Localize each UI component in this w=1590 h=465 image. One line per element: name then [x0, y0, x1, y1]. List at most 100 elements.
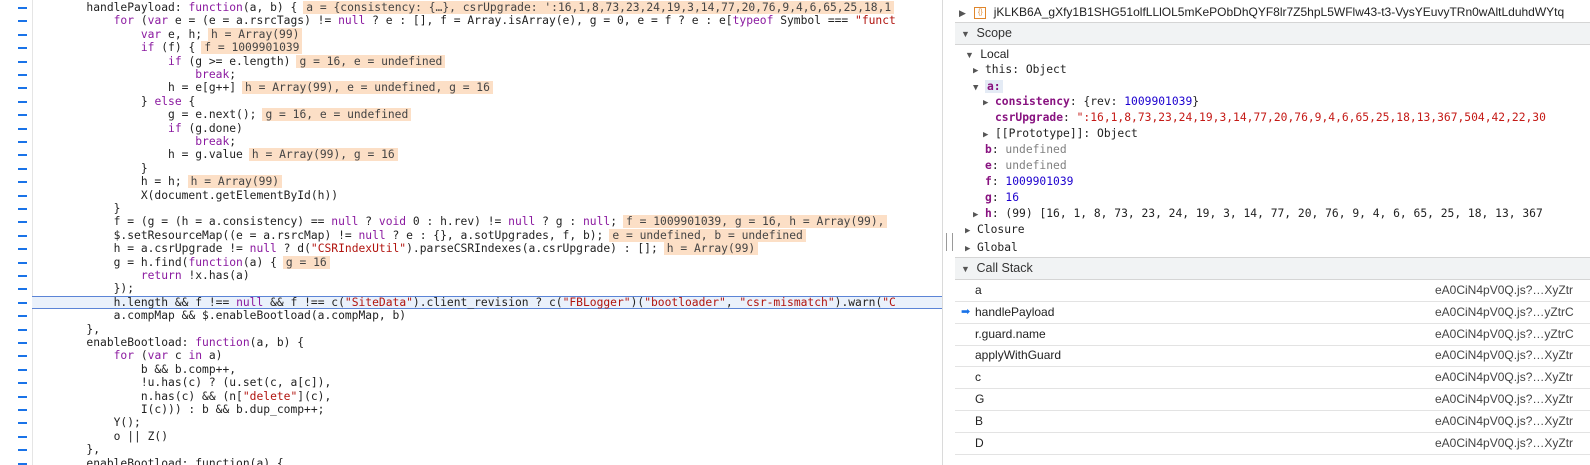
expand-arrow-icon[interactable]: ▶ — [959, 5, 971, 21]
line-marker-icon[interactable] — [18, 33, 27, 36]
line-marker-icon[interactable] — [18, 87, 27, 90]
frame-location[interactable]: eA0CiN4pV0Q.js?…XyZtr — [1435, 389, 1573, 410]
code-line[interactable]: h = e[g++] h = Array(99), e = undefined, … — [32, 81, 942, 95]
line-marker-icon[interactable] — [18, 194, 27, 197]
code-line[interactable]: h = g.value h = Array(99), g = 16 — [32, 148, 942, 162]
code-line[interactable]: break; — [32, 135, 942, 148]
line-marker-icon[interactable] — [18, 409, 27, 411]
code-line[interactable]: for (var e = (e = a.rsrcTags) != null ? … — [32, 14, 942, 27]
scope-var-f[interactable]: f: 1009901039 — [955, 174, 1590, 190]
code-line[interactable]: h = a.csrUpgrade != null ? d("CSRIndexUt… — [32, 242, 942, 256]
call-frame[interactable]: applyWithGuard eA0CiN4pV0Q.js?…XyZtr — [955, 345, 1590, 368]
frame-location[interactable]: eA0CiN4pV0Q.js?…XyZtr — [1435, 411, 1573, 432]
breadcrumb-file-row[interactable]: ▶ {} jKLKB6A_gXfy1B1SHG51olfLLlOL5mKePOb… — [955, 4, 1590, 20]
line-marker-icon[interactable] — [18, 261, 27, 264]
call-frame[interactable]: ➡ handlePayload eA0CiN4pV0Q.js?…yZtrC — [955, 302, 1590, 324]
line-marker-icon[interactable] — [18, 301, 27, 304]
closure-scope-row[interactable]: ▶ Closure — [955, 222, 1590, 238]
code-line[interactable]: for (var c in a) — [32, 349, 942, 362]
line-marker-icon[interactable] — [18, 328, 27, 331]
line-marker-icon[interactable] — [18, 462, 27, 465]
code-line[interactable]: } — [32, 202, 942, 215]
line-marker-icon[interactable] — [18, 288, 27, 291]
code-line[interactable]: a.compMap && $.enableBootload(a.compMap,… — [32, 309, 942, 322]
code-line[interactable]: g = h.find(function(a) {g = 16 — [32, 255, 942, 269]
call-frame[interactable]: r.guard.name eA0CiN4pV0Q.js?…yZtrC — [955, 324, 1590, 346]
line-marker-icon[interactable] — [18, 368, 27, 371]
code-line[interactable]: !u.has(c) ? (u.set(c, a[c]), — [32, 376, 942, 389]
line-gutter[interactable] — [0, 0, 33, 465]
code-line[interactable]: enableBootload: function(a) { — [32, 457, 942, 465]
line-marker-icon[interactable] — [18, 355, 27, 358]
frame-location[interactable]: eA0CiN4pV0Q.js?…XyZtr — [1435, 367, 1573, 388]
scope-var-e[interactable]: e: undefined — [955, 158, 1590, 174]
line-marker-icon[interactable] — [18, 167, 27, 170]
line-marker-icon[interactable] — [18, 114, 27, 117]
line-marker-icon[interactable] — [18, 47, 27, 50]
call-frame[interactable]: DeA0CiN4pV0Q.js?…XyZtr — [955, 433, 1590, 455]
line-marker-icon[interactable] — [18, 127, 27, 130]
call-frame[interactable]: GeA0CiN4pV0Q.js?…XyZtr — [955, 389, 1590, 411]
code-line[interactable]: }); — [32, 282, 942, 295]
code-line[interactable]: }, — [32, 443, 942, 456]
code-line[interactable]: } else { — [32, 95, 942, 108]
code-line[interactable]: I(c))) : b && b.dup_comp++; — [32, 403, 942, 416]
call-frame[interactable]: BeA0CiN4pV0Q.js?…XyZtr — [955, 411, 1590, 433]
line-marker-icon[interactable] — [18, 395, 27, 398]
code-line[interactable]: handlePayload: function(a, b) {a = {cons… — [32, 1, 942, 14]
line-marker-icon[interactable] — [18, 7, 27, 9]
code-line[interactable]: $.setResourceMap((e = a.rsrcMap) != null… — [32, 228, 942, 242]
line-marker-icon[interactable] — [18, 20, 27, 23]
code-line[interactable]: X(document.getElementById(h)) — [32, 189, 942, 202]
scope-prop-csrupgrade[interactable]: csrUpgrade: ":16,1,8,73,23,24,19,3,14,77… — [955, 110, 1590, 126]
panel-splitter[interactable] — [942, 0, 955, 465]
splitter-grip-icon[interactable] — [946, 233, 953, 251]
global-scope-row[interactable]: ▶ Global — [955, 240, 1590, 256]
code-line[interactable]: if (g >= e.length) g = 16, e = undefined — [32, 54, 942, 68]
scope-var-g[interactable]: g: 16 — [955, 190, 1590, 206]
line-marker-icon[interactable] — [18, 422, 27, 425]
code-line[interactable]: if (f) {f = 1009901039 — [32, 41, 942, 55]
local-scope-row[interactable]: ▼ Local — [955, 46, 1590, 62]
scope-var-a[interactable]: ▼ a: — [955, 79, 1590, 95]
scope-prop-consistency[interactable]: ▶ consistency: {rev: 1009901039} — [955, 94, 1590, 110]
line-marker-icon[interactable] — [18, 141, 27, 143]
source-editor[interactable]: handlePayload: function(a, b) {a = {cons… — [0, 0, 942, 465]
line-marker-icon[interactable] — [18, 234, 27, 237]
line-marker-icon[interactable] — [18, 435, 27, 438]
code-line[interactable]: f = (g = (h = a.consistency) == null ? v… — [32, 215, 942, 229]
frame-location[interactable]: eA0CiN4pV0Q.js?…yZtrC — [1435, 302, 1574, 323]
line-marker-icon[interactable] — [18, 60, 27, 63]
line-marker-icon[interactable] — [18, 342, 27, 344]
line-marker-icon[interactable] — [18, 275, 27, 277]
code-line[interactable]: Y(); — [32, 416, 942, 429]
callstack-section-header[interactable]: ▼ Call Stack — [955, 257, 1590, 280]
call-frame[interactable]: a eA0CiN4pV0Q.js?…XyZtr — [955, 280, 1590, 302]
code-line[interactable]: n.has(c) && (n["delete"](c), — [32, 390, 942, 403]
line-marker-icon[interactable] — [18, 248, 27, 251]
line-marker-icon[interactable] — [18, 449, 27, 452]
code-line[interactable]: o || Z() — [32, 430, 942, 443]
line-marker-icon[interactable] — [18, 315, 27, 318]
code-line[interactable]: var e, h; h = Array(99) — [32, 27, 942, 41]
code-line-current[interactable]: h.length && f !== null && f !== c("SiteD… — [32, 295, 942, 309]
code-line[interactable]: h = h; h = Array(99) — [32, 175, 942, 189]
scope-var-h[interactable]: ▶ h: (99) [16, 1, 8, 73, 23, 24, 19, 3, 1… — [955, 206, 1590, 222]
line-marker-icon[interactable] — [18, 74, 27, 76]
line-marker-icon[interactable] — [18, 221, 27, 224]
line-marker-icon[interactable] — [18, 154, 27, 157]
scope-var-this[interactable]: ▶ this: Object — [955, 62, 1590, 78]
code-line[interactable]: if (g.done) — [32, 122, 942, 135]
scope-section-header[interactable]: ▼ Scope — [955, 22, 1590, 45]
code-line[interactable]: break; — [32, 68, 942, 81]
line-marker-icon[interactable] — [18, 100, 27, 103]
frame-location[interactable]: eA0CiN4pV0Q.js?…XyZtr — [1435, 433, 1573, 454]
code-line[interactable]: b && b.comp++, — [32, 363, 942, 376]
code-line[interactable]: } — [32, 162, 942, 175]
code-line[interactable]: return !x.has(a) — [32, 269, 942, 282]
scope-var-b[interactable]: b: undefined — [955, 142, 1590, 158]
line-marker-icon[interactable] — [18, 208, 27, 210]
code-line[interactable]: }, — [32, 323, 942, 336]
frame-location[interactable]: eA0CiN4pV0Q.js?…XyZtr — [1435, 280, 1573, 301]
call-frame[interactable]: c eA0CiN4pV0Q.js?…XyZtr — [955, 367, 1590, 390]
